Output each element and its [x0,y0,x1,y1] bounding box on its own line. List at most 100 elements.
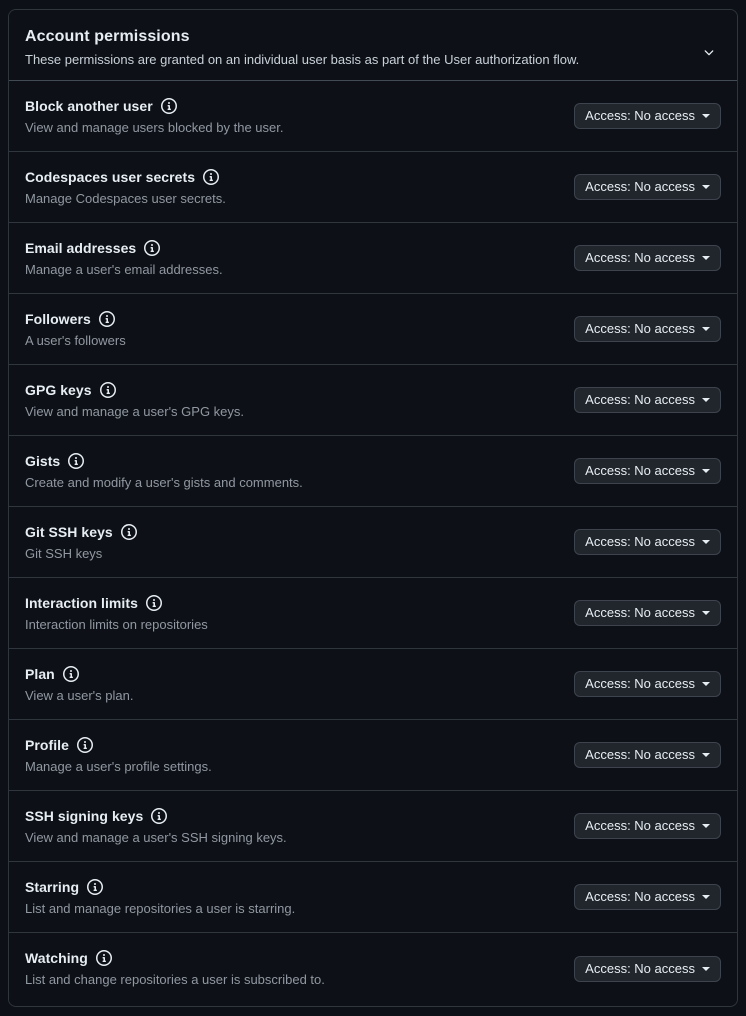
caret-down-icon [702,895,710,899]
permission-info: Starring List and manage repositories a … [25,877,295,918]
access-dropdown-label: Access: No access [585,392,695,407]
permission-title: Codespaces user secrets [25,168,196,185]
access-dropdown-codespaces-user-secrets[interactable]: Access: No access [574,174,721,200]
access-dropdown-profile[interactable]: Access: No access [574,742,721,768]
info-icon-email-addresses[interactable] [144,239,161,256]
permission-title-line: SSH signing keys [25,806,287,826]
permission-title-line: Email addresses [25,238,223,258]
permission-info: Gists Create and modify a user's gists a… [25,451,303,492]
access-dropdown-label: Access: No access [585,747,695,762]
table-row: Gists Create and modify a user's gists a… [9,436,737,507]
permission-title-line: Interaction limits [25,593,208,613]
permission-info: GPG keys View and manage a user's GPG ke… [25,380,244,421]
permission-title: Git SSH keys [25,523,113,540]
access-dropdown-gpg-keys[interactable]: Access: No access [574,387,721,413]
caret-down-icon [702,114,710,118]
info-icon-plan[interactable] [62,665,79,682]
info-icon-followers[interactable] [98,310,115,327]
permission-title-line: Profile [25,735,212,755]
access-dropdown-label: Access: No access [585,179,695,194]
table-row: Interaction limits Interaction limits on… [9,578,737,649]
access-dropdown-gists[interactable]: Access: No access [574,458,721,484]
account-permissions-panel: Account permissions These permissions ar… [8,9,738,1007]
access-dropdown-block-another-user[interactable]: Access: No access [574,103,721,129]
permission-description: View and manage a user's GPG keys. [25,403,245,419]
permission-description: View a user's plan. [25,687,134,703]
chevron-down-icon[interactable] [695,38,723,66]
caret-down-icon [702,966,710,971]
table-row: Starring List and manage repositories a … [9,862,737,933]
permission-title-line: Plan [25,664,133,684]
permission-title-line: Git SSH keys [25,522,137,542]
table-row: Profile Manage a user's profile settings… [9,720,737,791]
permission-title-line: Block another user [25,96,283,116]
access-dropdown-label: Access: No access [585,250,695,265]
permission-title: Watching [25,950,88,966]
permission-description: Git SSH keys [25,545,103,561]
permission-title-line: Starring [25,877,295,897]
permission-info: Watching List and change repositories a … [25,948,325,989]
permission-info: Git SSH keys Git SSH keys [25,522,137,563]
info-icon-git-ssh-keys[interactable] [120,523,137,540]
caret-down-icon [702,256,710,260]
access-dropdown-label: Access: No access [585,463,695,478]
permission-title-line: Codespaces user secrets [25,167,226,187]
access-dropdown-plan[interactable]: Access: No access [574,671,721,697]
info-icon-gists[interactable] [68,452,85,469]
permission-title-line: GPG keys [25,380,244,400]
permission-info: Email addresses Manage a user's email ad… [25,238,223,279]
permission-description: Create and modify a user's gists and com… [25,474,303,490]
access-dropdown-starring[interactable]: Access: No access [574,884,721,910]
info-icon-starring[interactable] [87,878,104,895]
table-row: Plan View a user's plan. Access: No acce… [9,649,737,720]
caret-down-icon [702,327,710,331]
permission-title: Email addresses [25,239,137,256]
access-dropdown-label: Access: No access [585,818,695,833]
caret-down-icon [702,540,710,544]
page-title: Account permissions [25,28,190,45]
permission-title: Block another user [25,97,153,114]
permission-title: Gists [25,452,61,469]
caret-down-icon [702,398,710,402]
access-dropdown-ssh-signing-keys[interactable]: Access: No access [574,813,721,839]
permission-title: Interaction limits [25,594,138,611]
access-dropdown-interaction-limits[interactable]: Access: No access [574,600,721,626]
info-icon-watching[interactable] [95,950,112,966]
caret-down-icon [702,469,710,473]
access-dropdown-followers[interactable]: Access: No access [574,316,721,342]
permission-title: Followers [25,310,91,327]
permission-info: SSH signing keys View and manage a user'… [25,806,287,847]
caret-down-icon [702,611,710,615]
access-dropdown-label: Access: No access [585,534,695,549]
access-dropdown-watching[interactable]: Access: No access [574,955,721,982]
access-dropdown-label: Access: No access [585,889,695,904]
access-dropdown-label: Access: No access [585,960,695,976]
caret-down-icon [702,824,710,828]
permission-description: A user's followers [25,332,126,348]
permission-description: List and change repositories a user is s… [25,972,325,987]
permission-info: Profile Manage a user's profile settings… [25,735,212,776]
permissions-list: Block another user View and manage users… [9,81,737,1004]
access-dropdown-git-ssh-keys[interactable]: Access: No access [574,529,721,555]
table-row: GPG keys View and manage a user's GPG ke… [9,365,737,436]
table-row: Block another user View and manage users… [9,81,737,152]
permission-info: Plan View a user's plan. [25,664,133,705]
info-icon-ssh-signing-keys[interactable] [151,807,168,824]
caret-down-icon [702,185,710,189]
access-dropdown-email-addresses[interactable]: Access: No access [574,245,721,271]
info-icon-profile[interactable] [76,736,93,753]
permission-info: Codespaces user secrets Manage Codespace… [25,167,226,208]
permission-info: Interaction limits Interaction limits on… [25,593,208,634]
caret-down-icon [702,682,710,686]
table-row: SSH signing keys View and manage a user'… [9,791,737,862]
permission-title: GPG keys [25,381,92,398]
table-row: Codespaces user secrets Manage Codespace… [9,152,737,223]
caret-down-icon [702,753,710,757]
info-icon-interaction-limits[interactable] [145,594,162,611]
table-row: Followers A user's followers Access: No … [9,294,737,365]
info-icon-codespaces-user-secrets[interactable] [203,168,220,185]
info-icon-block-another-user[interactable] [160,97,177,114]
table-row: Watching List and change repositories a … [9,933,737,1004]
info-icon-gpg-keys[interactable] [99,381,116,398]
permission-info: Followers A user's followers [25,309,126,350]
